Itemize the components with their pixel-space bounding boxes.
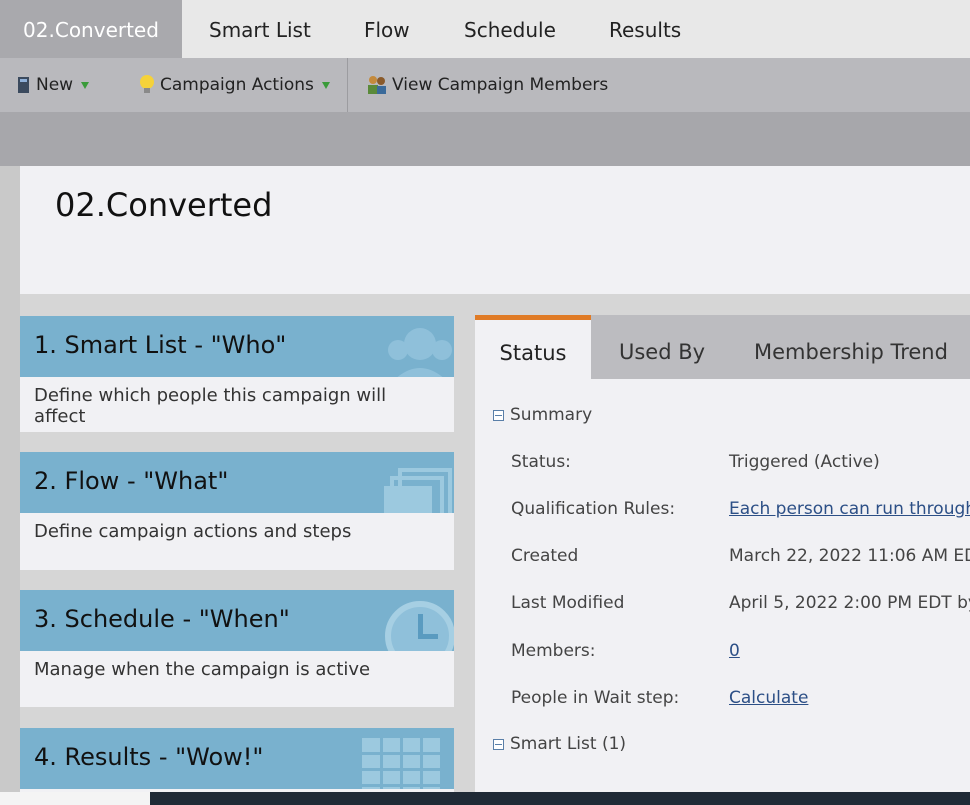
toolbar: New Campaign Actions View Campaign Membe… <box>0 58 970 112</box>
view-members-label: View Campaign Members <box>392 75 609 95</box>
card-header[interactable]: 1. Smart List - "Who" <box>20 316 454 377</box>
toolbar-divider <box>347 58 348 112</box>
card-description: Define campaign actions and steps <box>34 521 352 542</box>
tab-status[interactable]: Status <box>475 315 591 379</box>
members-label: Members: <box>511 641 596 661</box>
campaign-detail-panel: Status Used By Membership Trend Summary … <box>475 315 970 795</box>
status-value: Triggered (Active) <box>729 452 880 472</box>
summary-section-toggle[interactable]: Summary <box>493 405 592 425</box>
tab-smart-list[interactable]: Smart List <box>209 0 311 58</box>
people-icon <box>388 328 452 377</box>
card-header[interactable]: 4. Results - "Wow!" <box>20 728 454 789</box>
card-header[interactable]: 2. Flow - "What" <box>20 452 454 513</box>
tab-flow[interactable]: Flow <box>364 0 410 58</box>
collapse-icon <box>493 738 504 750</box>
last-modified-label: Last Modified <box>511 593 625 613</box>
table-grid-icon <box>362 738 440 789</box>
campaign-actions-label: Campaign Actions <box>160 75 314 95</box>
taskbar-left <box>0 792 150 805</box>
card-header[interactable]: 3. Schedule - "When" <box>20 590 454 651</box>
card-description: Manage when the campaign is active <box>34 659 371 680</box>
members-link[interactable]: 0 <box>729 641 740 661</box>
card-description: Define which people this campaign will a… <box>34 385 387 427</box>
top-tab-bar: 02.Converted Smart List Flow Schedule Re… <box>0 0 970 58</box>
flow-card[interactable]: 2. Flow - "What" Define campaign actions… <box>20 452 454 570</box>
smart-list-section-toggle[interactable]: Smart List (1) <box>493 734 626 754</box>
card-title: 2. Flow - "What" <box>34 467 229 495</box>
new-label: New <box>36 75 74 95</box>
new-document-icon <box>18 77 29 93</box>
tab-campaign[interactable]: 02.Converted <box>0 0 182 58</box>
qualification-rules-link[interactable]: Each person can run through <box>729 499 970 519</box>
people-icon <box>368 76 386 94</box>
summary-heading: Summary <box>510 405 593 425</box>
chevron-down-icon <box>321 81 330 89</box>
schedule-card[interactable]: 3. Schedule - "When" Manage when the cam… <box>20 590 454 707</box>
created-label: Created <box>511 546 579 566</box>
view-campaign-members-button[interactable]: View Campaign Members <box>366 58 608 112</box>
collapse-icon <box>493 409 504 421</box>
clock-icon <box>385 601 454 651</box>
results-card[interactable]: 4. Results - "Wow!" <box>20 728 454 798</box>
page-title: 02.Converted <box>55 186 273 224</box>
os-taskbar <box>150 792 970 805</box>
new-menu-button[interactable]: New <box>16 58 90 112</box>
left-gutter <box>0 166 20 805</box>
tab-results[interactable]: Results <box>609 0 681 58</box>
smart-list-card[interactable]: 1. Smart List - "Who" Define which peopl… <box>20 316 454 432</box>
toolbar-band <box>0 112 970 166</box>
card-title: 3. Schedule - "When" <box>34 605 290 633</box>
calculate-link[interactable]: Calculate <box>729 688 808 708</box>
lightbulb-icon <box>140 75 154 93</box>
qualification-rules-label: Qualification Rules: <box>511 499 676 519</box>
tab-membership-trend[interactable]: Membership Trend <box>729 315 970 379</box>
tab-schedule[interactable]: Schedule <box>464 0 556 58</box>
status-label: Status: <box>511 452 571 472</box>
people-in-wait-step-label: People in Wait step: <box>511 688 680 708</box>
card-title: 1. Smart List - "Who" <box>34 331 287 359</box>
tab-used-by[interactable]: Used By <box>591 315 729 379</box>
smart-list-heading: Smart List (1) <box>510 734 627 754</box>
chevron-down-icon <box>81 81 90 89</box>
created-value: March 22, 2022 11:06 AM EDT <box>729 546 970 566</box>
card-title: 4. Results - "Wow!" <box>34 743 264 771</box>
last-modified-value: April 5, 2022 2:00 PM EDT by <box>729 593 970 613</box>
campaign-actions-button[interactable]: Campaign Actions <box>138 58 330 112</box>
stacked-pages-icon <box>384 468 452 513</box>
